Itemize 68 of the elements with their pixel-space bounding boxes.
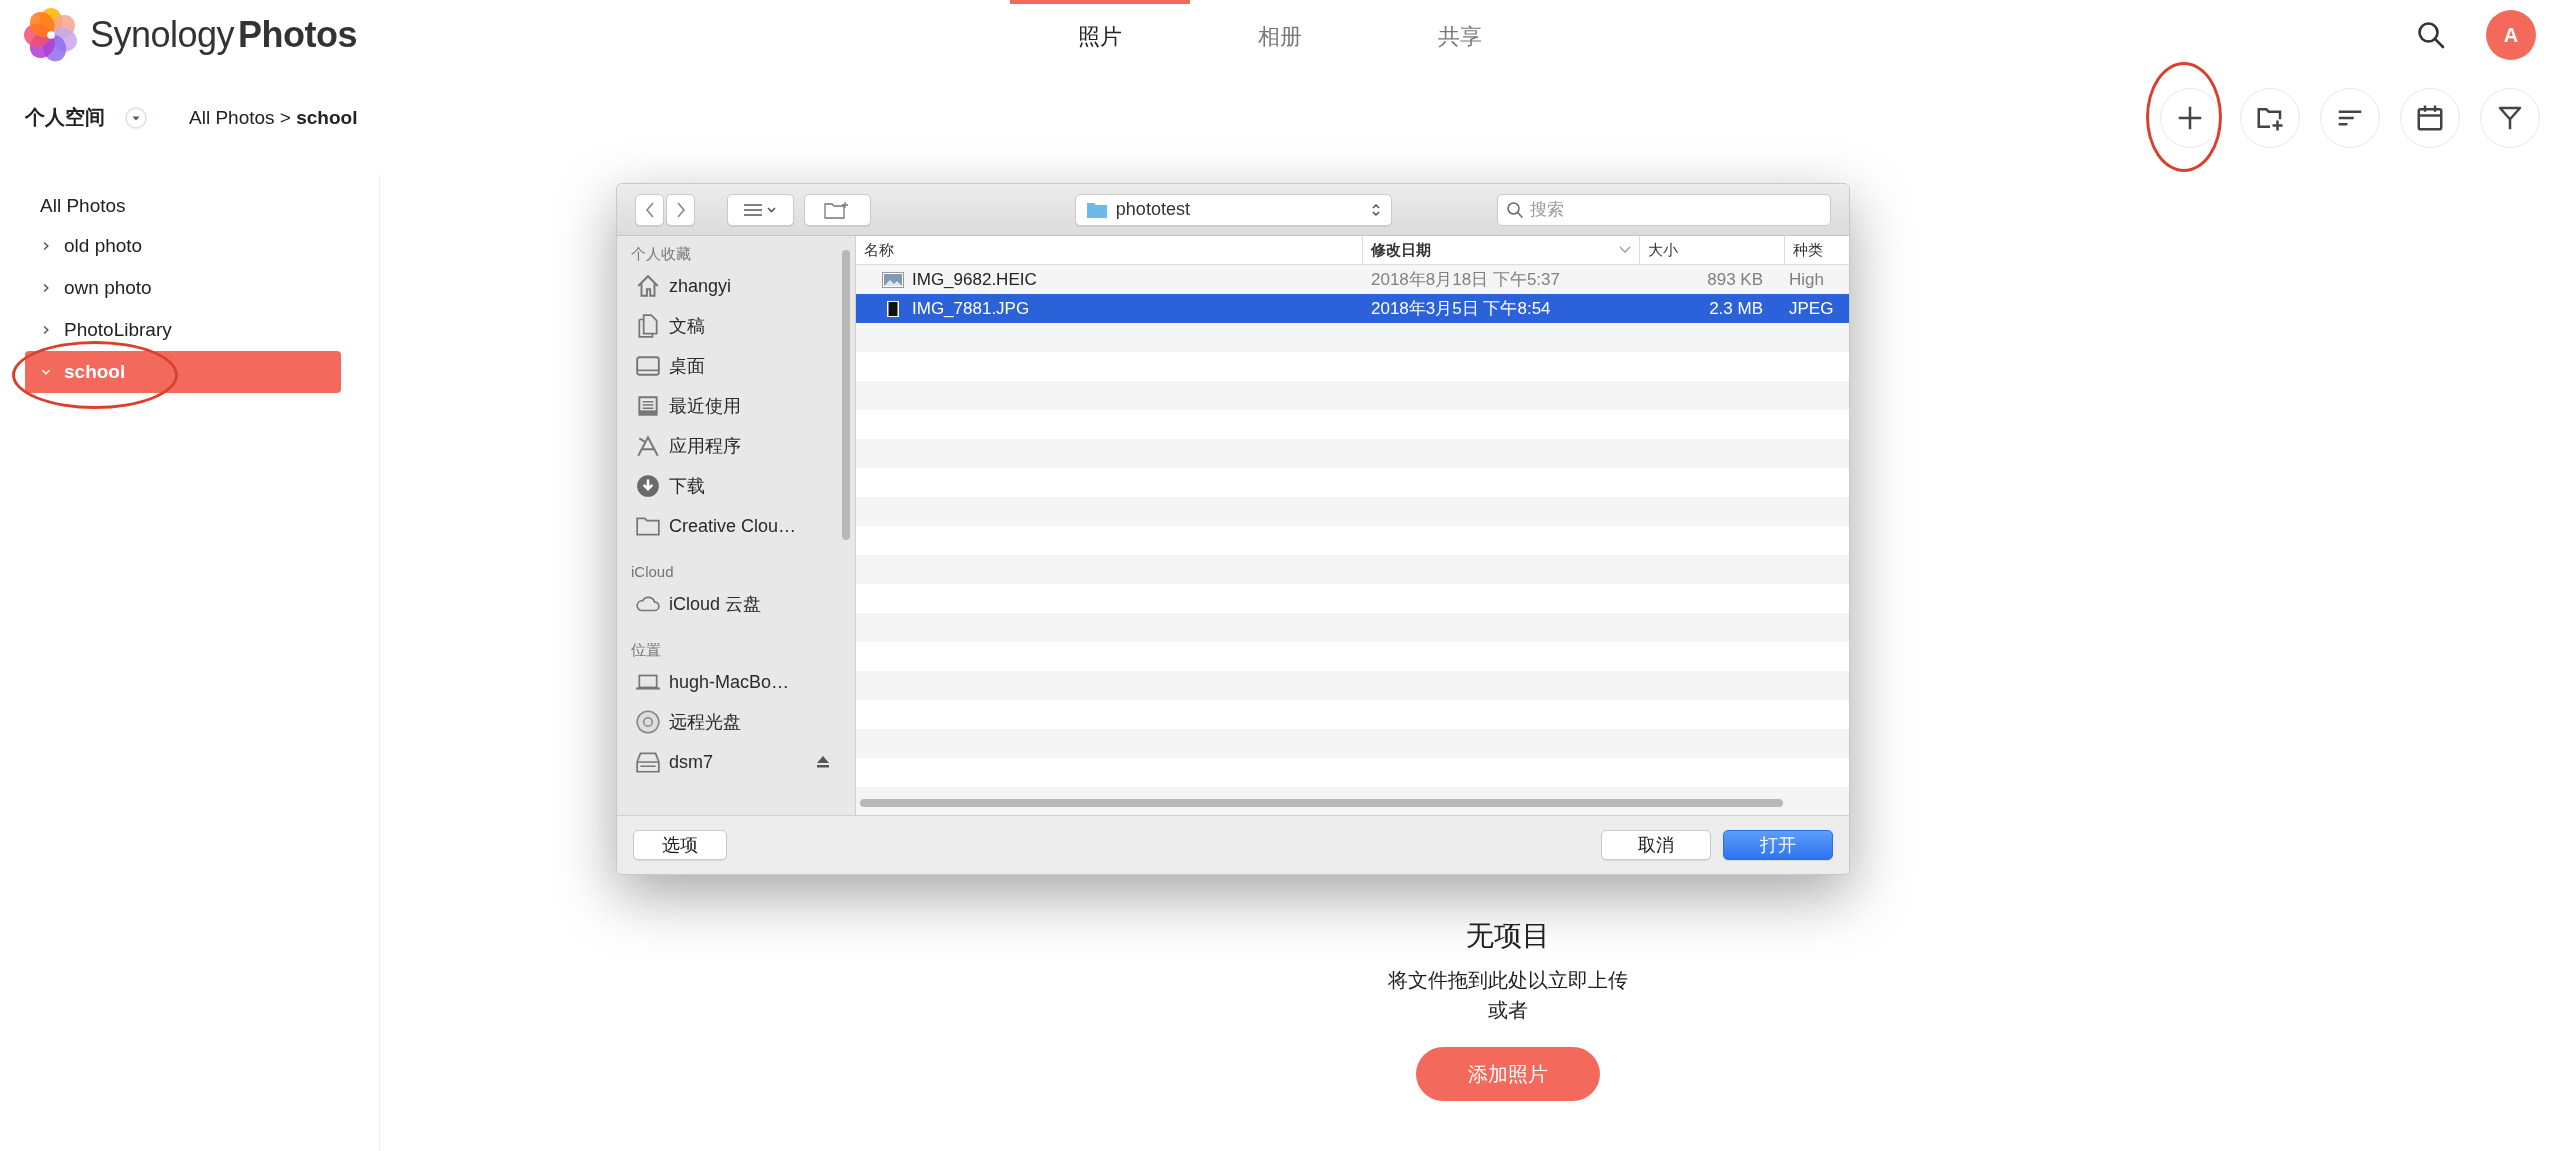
file-row[interactable]: IMG_7881.JPG 2018年3月5日 下午8:54 2.3 MB JPEG xyxy=(856,294,1849,323)
section-title: 位置 xyxy=(631,640,662,660)
search-icon xyxy=(1506,200,1525,219)
sidebar-location[interactable]: dsm7 xyxy=(669,751,713,773)
empty-or-text: 或者 xyxy=(1488,998,1528,1023)
breadcrumb: All Photos > school xyxy=(189,106,358,129)
search-field[interactable]: 搜索 xyxy=(1497,193,1831,226)
nav-tab[interactable]: 照片 xyxy=(1010,0,1190,70)
column-header[interactable]: 修改日期 xyxy=(1363,236,1640,264)
column-header[interactable]: 种类 xyxy=(1785,236,1848,264)
empty-title: 无项目 xyxy=(1466,919,1550,953)
file-type: JPEG xyxy=(1788,298,1835,319)
sidebar-location[interactable]: Creative Clou… xyxy=(669,515,797,537)
file-size: 893 KB xyxy=(1706,269,1764,290)
sidebar-location[interactable]: hugh-MacBo… xyxy=(669,671,790,693)
sidebar-location[interactable]: iCloud 云盘 xyxy=(669,592,762,616)
file-type: High xyxy=(1788,269,1825,290)
section-title: 个人收藏 xyxy=(631,244,692,264)
sidebar-item[interactable]: All Photos xyxy=(0,187,379,225)
dropdown-icon[interactable] xyxy=(125,106,147,129)
recents-icon xyxy=(635,393,661,419)
file-row[interactable]: IMG_9682.HEIC 2018年8月18日 下午5:37 893 KB High xyxy=(856,265,1849,294)
file-name: IMG_9682.HEIC xyxy=(912,269,1037,290)
logo-icon xyxy=(24,8,78,62)
sidebar-item[interactable]: old photo xyxy=(25,225,341,267)
section-title: iCloud xyxy=(631,562,675,582)
folder-icon xyxy=(1085,200,1108,219)
sidebar-item[interactable]: PhotoLibrary xyxy=(25,309,341,351)
sidebar-location[interactable]: 应用程序 xyxy=(669,434,741,458)
location-popup[interactable]: phototest xyxy=(1074,193,1393,226)
sidebar-location[interactable]: 下载 xyxy=(669,474,705,498)
empty-message: 将文件拖到此处以立即上传 xyxy=(1388,968,1628,993)
back-button[interactable] xyxy=(635,193,664,226)
desktop-icon xyxy=(635,353,661,379)
cancel-button[interactable]: 取消 xyxy=(1601,830,1711,860)
app-title: SynologyPhotos xyxy=(90,14,358,56)
sidebar-location[interactable]: 远程光盘 xyxy=(669,710,741,734)
space-label: 个人空间 xyxy=(25,105,105,130)
view-options-button[interactable] xyxy=(727,193,794,226)
sidebar-location[interactable]: zhangyi xyxy=(669,275,732,297)
file-name: IMG_7881.JPG xyxy=(912,298,1030,319)
disc-icon xyxy=(635,709,661,735)
image-thumbnail-icon xyxy=(882,271,904,288)
options-button[interactable]: 选项 xyxy=(633,830,727,860)
file-size: 2.3 MB xyxy=(1708,298,1764,319)
documents-icon xyxy=(635,313,661,339)
nav-tab[interactable]: 相册 xyxy=(1190,0,1370,70)
add-folder-icon xyxy=(824,200,851,219)
download-icon xyxy=(635,473,661,499)
sidebar-location[interactable]: 桌面 xyxy=(669,354,705,378)
server-icon xyxy=(635,749,661,775)
forward-button[interactable] xyxy=(666,193,695,226)
sidebar-location[interactable]: 文稿 xyxy=(669,314,705,338)
column-header[interactable]: 名称 xyxy=(856,236,1363,264)
sidebar-location[interactable]: 最近使用 xyxy=(669,394,741,418)
scrollbar[interactable] xyxy=(842,250,850,540)
add-button[interactable] xyxy=(2160,87,2220,148)
sidebar-item[interactable]: own photo xyxy=(25,267,341,309)
home-icon xyxy=(635,273,661,299)
eject-icon[interactable] xyxy=(815,755,831,769)
modified-date: 2018年8月18日 下午5:37 xyxy=(1370,269,1561,291)
modified-date: 2018年3月5日 下午8:54 xyxy=(1370,298,1552,320)
scrollbar[interactable] xyxy=(860,799,1783,807)
list-view-icon xyxy=(742,201,779,218)
column-header[interactable]: 大小 xyxy=(1640,236,1785,264)
search-icon[interactable] xyxy=(2416,20,2446,50)
apps-icon xyxy=(635,433,661,459)
nav-tab[interactable]: 共享 xyxy=(1370,0,1550,70)
